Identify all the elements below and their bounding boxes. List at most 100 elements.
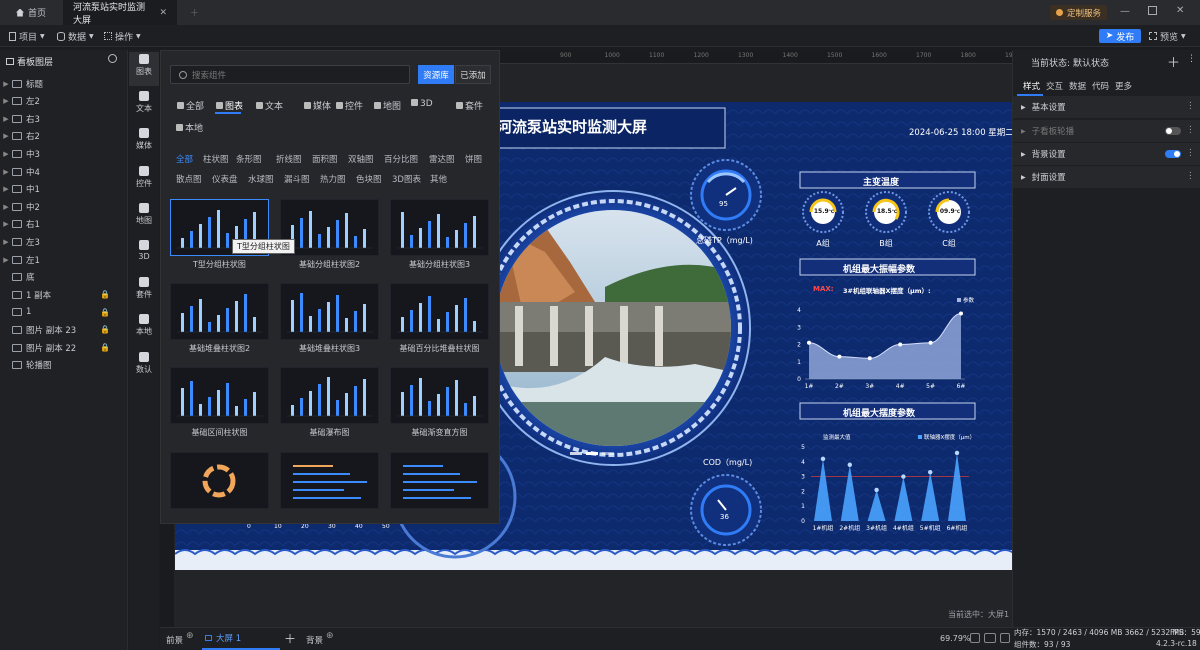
category-tab[interactable]: 文本 — [256, 99, 283, 112]
layer-item[interactable]: ▶ 左2 — [0, 93, 128, 110]
subcategory-item[interactable]: 水球图 — [248, 173, 274, 185]
lock-icon[interactable]: 🔒 — [100, 290, 110, 299]
rail-item-3[interactable]: 媒体 — [129, 126, 159, 160]
category-tab[interactable]: 图表 — [216, 99, 243, 112]
subcategory-item[interactable]: 散点图 — [176, 173, 202, 185]
component-thumbnail[interactable] — [390, 283, 489, 340]
subcategory-item[interactable]: 饼图 — [465, 153, 482, 165]
expand-arrow-icon[interactable]: ▶ — [0, 97, 12, 105]
expand-arrow-icon[interactable]: ▶ — [0, 80, 12, 88]
preview-button[interactable]: 预览 ▼ — [1149, 29, 1186, 43]
properties-tab[interactable]: 交互 — [1046, 80, 1063, 92]
add-screen-icon[interactable]: ＋ — [284, 630, 296, 647]
rail-item-7[interactable]: 套件 — [129, 275, 159, 309]
component-thumbnail[interactable] — [170, 367, 269, 424]
properties-tab[interactable]: 样式 — [1023, 80, 1040, 92]
add-background-icon[interactable]: ⊕ — [326, 631, 334, 641]
category-tab[interactable]: 3D — [411, 99, 433, 109]
component-thumbnail[interactable] — [280, 367, 379, 424]
more-icon[interactable]: ⋮ — [1186, 101, 1195, 111]
layer-item[interactable]: 图片 副本 23 🔒 — [0, 321, 128, 338]
subcategory-item[interactable]: 百分比图 — [384, 153, 418, 165]
properties-tab[interactable]: 数据 — [1069, 80, 1086, 92]
expand-arrow-icon[interactable]: ▶ — [0, 220, 12, 228]
subcategory-item[interactable]: 雷达图 — [429, 153, 455, 165]
publish-button[interactable]: ➤ 发布 — [1099, 29, 1141, 43]
layer-item[interactable]: ▶ 左3 — [0, 233, 128, 250]
minimize-icon[interactable]: — — [1120, 6, 1130, 17]
maximize-icon[interactable] — [1148, 6, 1157, 15]
new-tab-button[interactable]: ＋ — [180, 0, 209, 25]
layer-item[interactable]: 底 — [0, 269, 128, 286]
search-icon[interactable] — [108, 54, 117, 63]
layer-item[interactable]: 轮播图 — [0, 357, 128, 374]
rail-item-5[interactable]: 地图 — [129, 201, 159, 235]
subcategory-item[interactable]: 面积图 — [312, 153, 338, 165]
subcategory-item[interactable]: 条形图 — [236, 153, 262, 165]
subcategory-item[interactable]: 漏斗图 — [284, 173, 310, 185]
category-tab[interactable]: 媒体 — [304, 99, 331, 112]
component-thumbnail[interactable] — [390, 199, 489, 256]
rail-item-2[interactable]: 文本 — [129, 89, 159, 123]
expand-arrow-icon[interactable]: ▶ — [0, 168, 12, 176]
rail-item-4[interactable]: 控件 — [129, 164, 159, 198]
settings-section[interactable]: ▶ 子看板轮播 ⋮ — [1013, 120, 1200, 142]
tab-home[interactable]: 首页 — [6, 0, 56, 25]
lock-icon[interactable]: 🔒 — [100, 343, 110, 352]
expand-arrow-icon[interactable]: ▶ — [0, 132, 12, 140]
screen-tab[interactable]: 大屏 1 — [202, 628, 280, 650]
layer-item[interactable]: ▶ 右1 — [0, 216, 128, 233]
section-toggle[interactable] — [1165, 127, 1181, 135]
layer-item[interactable]: ▶ 中1 — [0, 181, 128, 198]
properties-tab[interactable]: 更多 — [1115, 80, 1132, 92]
section-toggle[interactable] — [1165, 150, 1181, 158]
foreground-tab[interactable]: 前景 — [166, 634, 183, 646]
layer-item[interactable]: ▶ 中3 — [0, 145, 128, 162]
subcategory-item[interactable]: 其他 — [430, 173, 447, 185]
component-thumbnail[interactable] — [280, 452, 379, 509]
component-search[interactable]: 搜索组件 — [170, 65, 410, 84]
component-thumbnail[interactable] — [390, 367, 489, 424]
ops-menu[interactable]: 操作 ▼ — [104, 29, 141, 43]
settings-section[interactable]: ▶ 背景设置 ⋮ — [1013, 143, 1200, 165]
rail-item-8[interactable]: 本地 — [129, 312, 159, 346]
subcategory-item[interactable]: 3D图表 — [392, 173, 421, 185]
project-menu[interactable]: 项目 ▼ — [9, 29, 45, 43]
settings-section[interactable]: ▶ 封面设置 ⋮ — [1013, 166, 1200, 188]
rail-item-9[interactable]: 数认 — [129, 350, 159, 384]
layer-item[interactable]: ▶ 中2 — [0, 198, 128, 215]
lock-icon[interactable]: 🔒 — [100, 325, 110, 334]
component-thumbnail[interactable] — [170, 283, 269, 340]
layer-item[interactable]: ▶ 右2 — [0, 128, 128, 145]
expand-arrow-icon[interactable]: ▶ — [0, 203, 12, 211]
fit-screen-icon[interactable] — [970, 633, 980, 643]
category-tab[interactable]: 地图 — [374, 99, 401, 112]
rail-item-6[interactable]: 3D — [129, 238, 159, 272]
more-icon[interactable]: ⋮ — [1186, 171, 1195, 181]
tab-dashboard[interactable]: 河流泵站实时监测大屏 ✕ — [63, 0, 177, 26]
category-tab[interactable]: 本地 — [176, 121, 203, 134]
background-tab[interactable]: 背景 — [306, 634, 323, 646]
expand-arrow-icon[interactable]: ▶ — [0, 238, 12, 246]
subcategory-item[interactable]: 仪表盘 — [212, 173, 238, 185]
add-foreground-icon[interactable]: ⊕ — [186, 631, 194, 641]
data-menu[interactable]: 数据 ▼ — [57, 29, 94, 43]
more-icon[interactable]: ⋮ — [1186, 148, 1195, 158]
component-thumbnail[interactable] — [390, 452, 489, 509]
component-thumbnail[interactable] — [280, 283, 379, 340]
close-icon[interactable]: ✕ — [159, 8, 167, 18]
subcategory-item[interactable]: 双轴图 — [348, 153, 374, 165]
expand-arrow-icon[interactable]: ▶ — [0, 115, 12, 123]
terminal-icon[interactable] — [1000, 633, 1010, 643]
layer-item[interactable]: 1 🔒 — [0, 304, 128, 321]
zoom-level[interactable]: 69.79% — [940, 634, 971, 643]
resource-library-button[interactable]: 资源库 — [418, 65, 454, 84]
layer-item[interactable]: 1 副本 🔒 — [0, 286, 128, 303]
more-icon[interactable]: ⋮ — [1186, 125, 1195, 135]
layer-item[interactable]: ▶ 右3 — [0, 110, 128, 127]
rail-item-1[interactable]: 图表 — [129, 52, 159, 86]
state-value[interactable]: 默认状态 — [1073, 56, 1109, 69]
component-thumbnail[interactable] — [170, 452, 269, 509]
subcategory-item[interactable]: 柱状图 — [203, 153, 229, 165]
subcategory-item[interactable]: 色块图 — [356, 173, 382, 185]
